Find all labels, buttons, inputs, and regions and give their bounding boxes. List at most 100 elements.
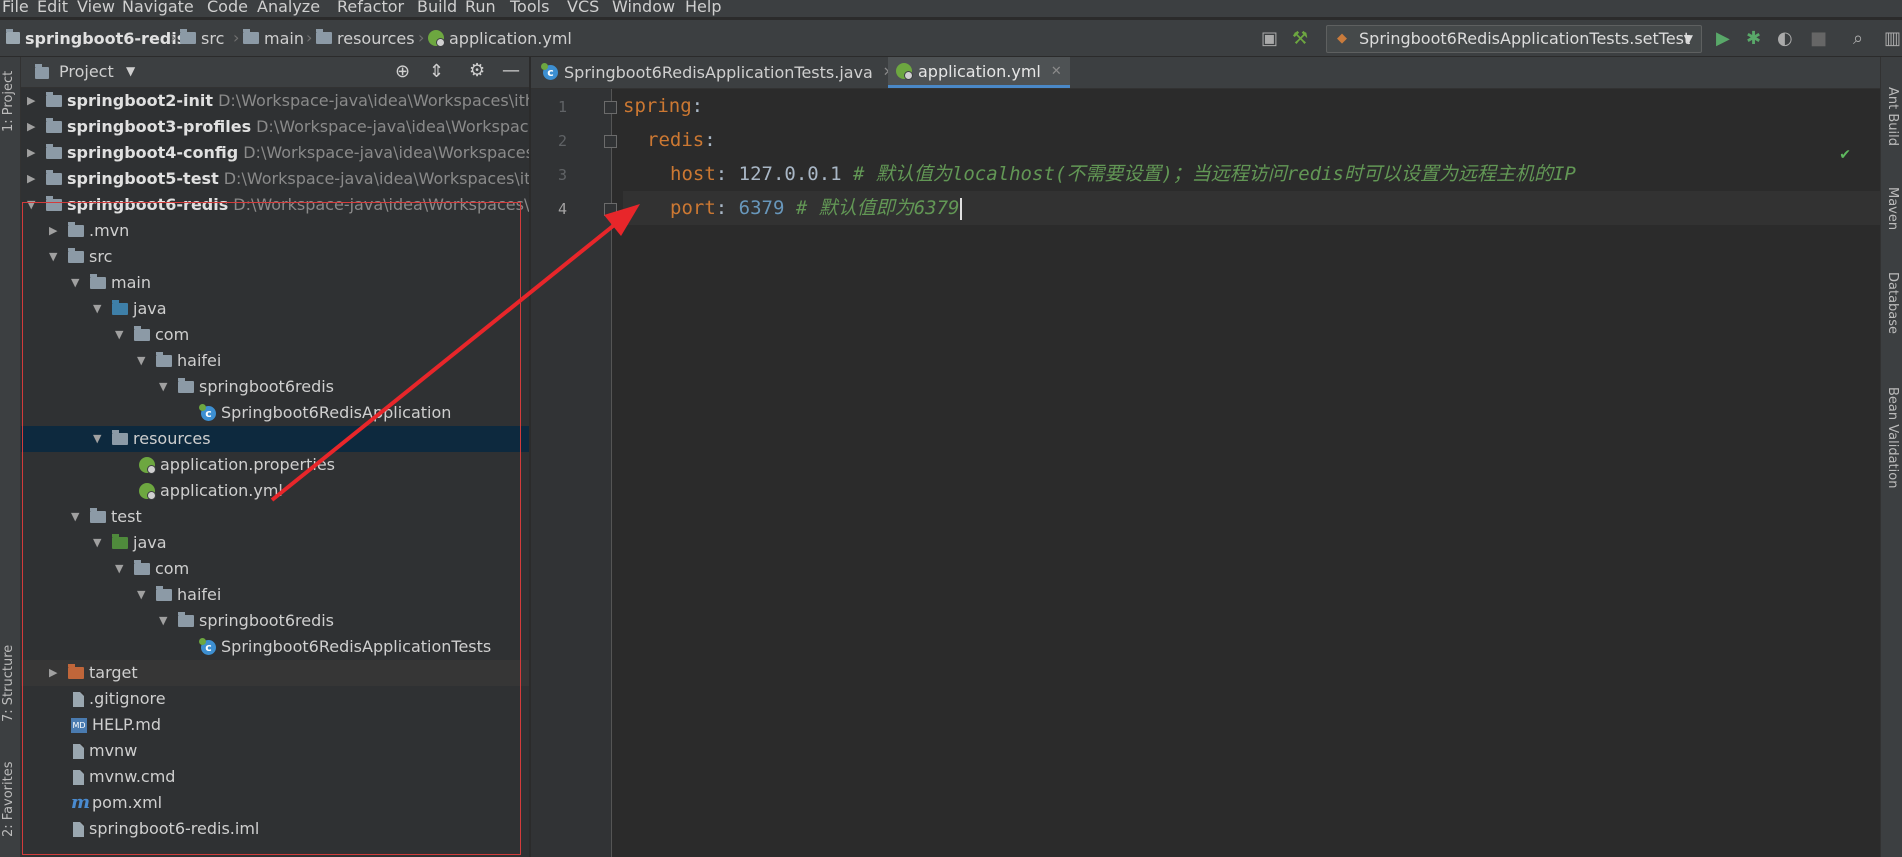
menu-file[interactable]: File xyxy=(2,0,29,15)
source-folder-icon xyxy=(112,300,128,315)
structure-tool-tab[interactable]: 7: Structure xyxy=(1,645,16,722)
tree-item[interactable]: c Springboot6RedisApplicationTests xyxy=(21,634,529,660)
tree-item[interactable]: ▼ haifei xyxy=(21,348,529,374)
project-panel-title[interactable]: Project xyxy=(59,62,114,81)
run-icon[interactable]: ▶ xyxy=(1716,28,1730,49)
tree-item[interactable]: ▼ springboot6redis xyxy=(21,608,529,634)
tree-item[interactable]: ▼ springboot6-redis D:\Workspace-java\idea… xyxy=(21,192,529,218)
maven-tool-tab[interactable]: Maven xyxy=(1885,187,1900,230)
menu-run[interactable]: Run xyxy=(465,0,496,15)
project-panel: Project ▼ ⊕ ⇕ ⚙ — ▶ springboot2-init D:\Wo… xyxy=(21,57,529,857)
code-line-current: port: 6379 # 默认值即为6379 xyxy=(623,191,1902,225)
breadcrumb-resources[interactable]: resources xyxy=(316,28,415,48)
folder-icon xyxy=(68,222,84,237)
tree-item[interactable]: ▶ target xyxy=(21,660,529,686)
tree-item[interactable]: springboot6-redis.iml xyxy=(21,816,529,842)
module-folder-icon xyxy=(46,92,62,107)
menu-vcs[interactable]: VCS xyxy=(567,0,599,15)
ant-build-tool-tab[interactable]: Ant Build xyxy=(1885,87,1900,146)
tree-item[interactable]: ▶ .mvn xyxy=(21,218,529,244)
tree-item[interactable]: ▶ springboot3-profiles D:\Workspace-java\i… xyxy=(21,114,529,140)
menu-build[interactable]: Build xyxy=(417,0,457,15)
breadcrumb-src[interactable]: src xyxy=(180,28,224,48)
menu-code[interactable]: Code xyxy=(207,0,248,15)
tree-item-selected[interactable]: ▼ resources xyxy=(21,426,529,452)
bean-validation-tool-tab[interactable]: Bean Validation xyxy=(1885,387,1900,488)
tree-item[interactable]: ▼ java xyxy=(21,530,529,556)
tree-item[interactable]: ▶ springboot5-test D:\Workspace-java\idea\… xyxy=(21,166,529,192)
database-tool-tab[interactable]: Database xyxy=(1885,272,1900,334)
tree-item[interactable]: ▼ com xyxy=(21,556,529,582)
code-area[interactable]: spring: redis: host: 127.0.0.1 # 默认值为loc… xyxy=(623,89,1902,857)
chevron-right-icon: ▶ xyxy=(27,94,36,107)
menu-edit[interactable]: Edit xyxy=(37,0,68,15)
tree-item[interactable]: mvnw.cmd xyxy=(21,764,529,790)
package-icon xyxy=(134,560,150,575)
terminal-icon[interactable]: ▣ xyxy=(1261,28,1278,49)
hide-icon[interactable]: — xyxy=(502,60,520,81)
tree-item[interactable]: application.yml xyxy=(21,478,529,504)
coverage-icon[interactable]: ◐ xyxy=(1777,28,1793,49)
gear-icon[interactable]: ⚙ xyxy=(469,60,485,81)
close-icon[interactable]: ✕ xyxy=(1051,56,1062,87)
test-folder-icon xyxy=(112,534,128,549)
tab-tests-java[interactable]: c Springboot6RedisApplicationTests.java … xyxy=(539,57,902,88)
chevron-down-icon: ▼ xyxy=(115,562,124,575)
layout-icon[interactable]: ▥ xyxy=(1884,28,1901,49)
fold-icon[interactable] xyxy=(604,203,617,216)
run-configuration-select[interactable]: ◆ Springboot6RedisApplicationTests.setTe… xyxy=(1326,25,1702,53)
menu-tools[interactable]: Tools xyxy=(510,0,549,15)
menu-navigate[interactable]: Navigate xyxy=(122,0,194,15)
search-icon[interactable]: ⌕ xyxy=(1853,28,1863,49)
menu-window[interactable]: Window xyxy=(612,0,675,15)
chevron-right-icon: ▶ xyxy=(27,120,36,133)
tree-item[interactable]: c Springboot6RedisApplication xyxy=(21,400,529,426)
left-tool-strip: 1: Project 7: Structure 2: Favorites xyxy=(0,57,21,857)
tree-item[interactable]: ▼ main xyxy=(21,270,529,296)
chevron-down-icon: ▼ xyxy=(115,328,124,341)
checkmark-icon: ✔ xyxy=(1839,147,1851,163)
menu-view[interactable]: View xyxy=(77,0,115,15)
menu-refactor[interactable]: Refactor xyxy=(337,0,404,15)
tree-item[interactable]: ▶ springboot4-config D:\Workspace-java\ide… xyxy=(21,140,529,166)
project-panel-header: Project ▼ ⊕ ⇕ ⚙ — xyxy=(21,57,529,88)
tree-item[interactable]: ▶ springboot2-init D:\Workspace-java\idea\… xyxy=(21,88,529,114)
locate-icon[interactable]: ⊕ xyxy=(395,61,410,82)
chevron-right-icon: ▶ xyxy=(49,666,58,679)
fold-icon[interactable] xyxy=(604,135,617,148)
tree-item[interactable]: ▼ com xyxy=(21,322,529,348)
tree-item[interactable]: application.properties xyxy=(21,452,529,478)
favorites-tool-tab[interactable]: 2: Favorites xyxy=(1,761,16,837)
tree-item[interactable]: ▼ test xyxy=(21,504,529,530)
menu-help[interactable]: Help xyxy=(685,0,721,15)
tree-item[interactable]: mvnw xyxy=(21,738,529,764)
tree-item[interactable]: m pom.xml xyxy=(21,790,529,816)
tree-item[interactable]: .gitignore xyxy=(21,686,529,712)
tree-item[interactable]: ▼ springboot6redis xyxy=(21,374,529,400)
tree-item[interactable]: MD HELP.md xyxy=(21,712,529,738)
maven-icon: m xyxy=(71,792,91,813)
debug-icon[interactable]: ✱ xyxy=(1746,28,1761,49)
tree-item[interactable]: ▼ java xyxy=(21,296,529,322)
stop-icon[interactable]: ■ xyxy=(1810,28,1827,49)
breadcrumb-main[interactable]: main xyxy=(243,28,304,48)
package-icon xyxy=(156,586,172,601)
breadcrumb-file[interactable]: application.yml xyxy=(428,28,572,48)
tab-application-yml[interactable]: application.yml ✕ xyxy=(888,57,1070,88)
text-caret xyxy=(959,197,962,220)
menu-analyze[interactable]: Analyze xyxy=(257,0,320,15)
collapse-icon[interactable]: ⇕ xyxy=(429,61,444,82)
tree-item[interactable]: ▼ src xyxy=(21,244,529,270)
tree-item[interactable]: ▼ haifei xyxy=(21,582,529,608)
chevron-down-icon[interactable]: ▼ xyxy=(126,64,135,78)
fold-icon[interactable] xyxy=(604,101,617,114)
line-number: 4 xyxy=(557,200,567,218)
hammer-icon[interactable]: ⚒ xyxy=(1292,28,1308,49)
project-tool-tab[interactable]: 1: Project xyxy=(1,71,16,132)
spring-class-icon: c xyxy=(199,403,216,421)
module-folder-icon xyxy=(46,118,62,133)
chevron-right-icon: ▶ xyxy=(27,146,36,159)
breadcrumb-project[interactable]: springboot6-redis xyxy=(6,28,186,48)
package-icon xyxy=(178,378,194,393)
resources-folder-icon xyxy=(112,430,128,445)
